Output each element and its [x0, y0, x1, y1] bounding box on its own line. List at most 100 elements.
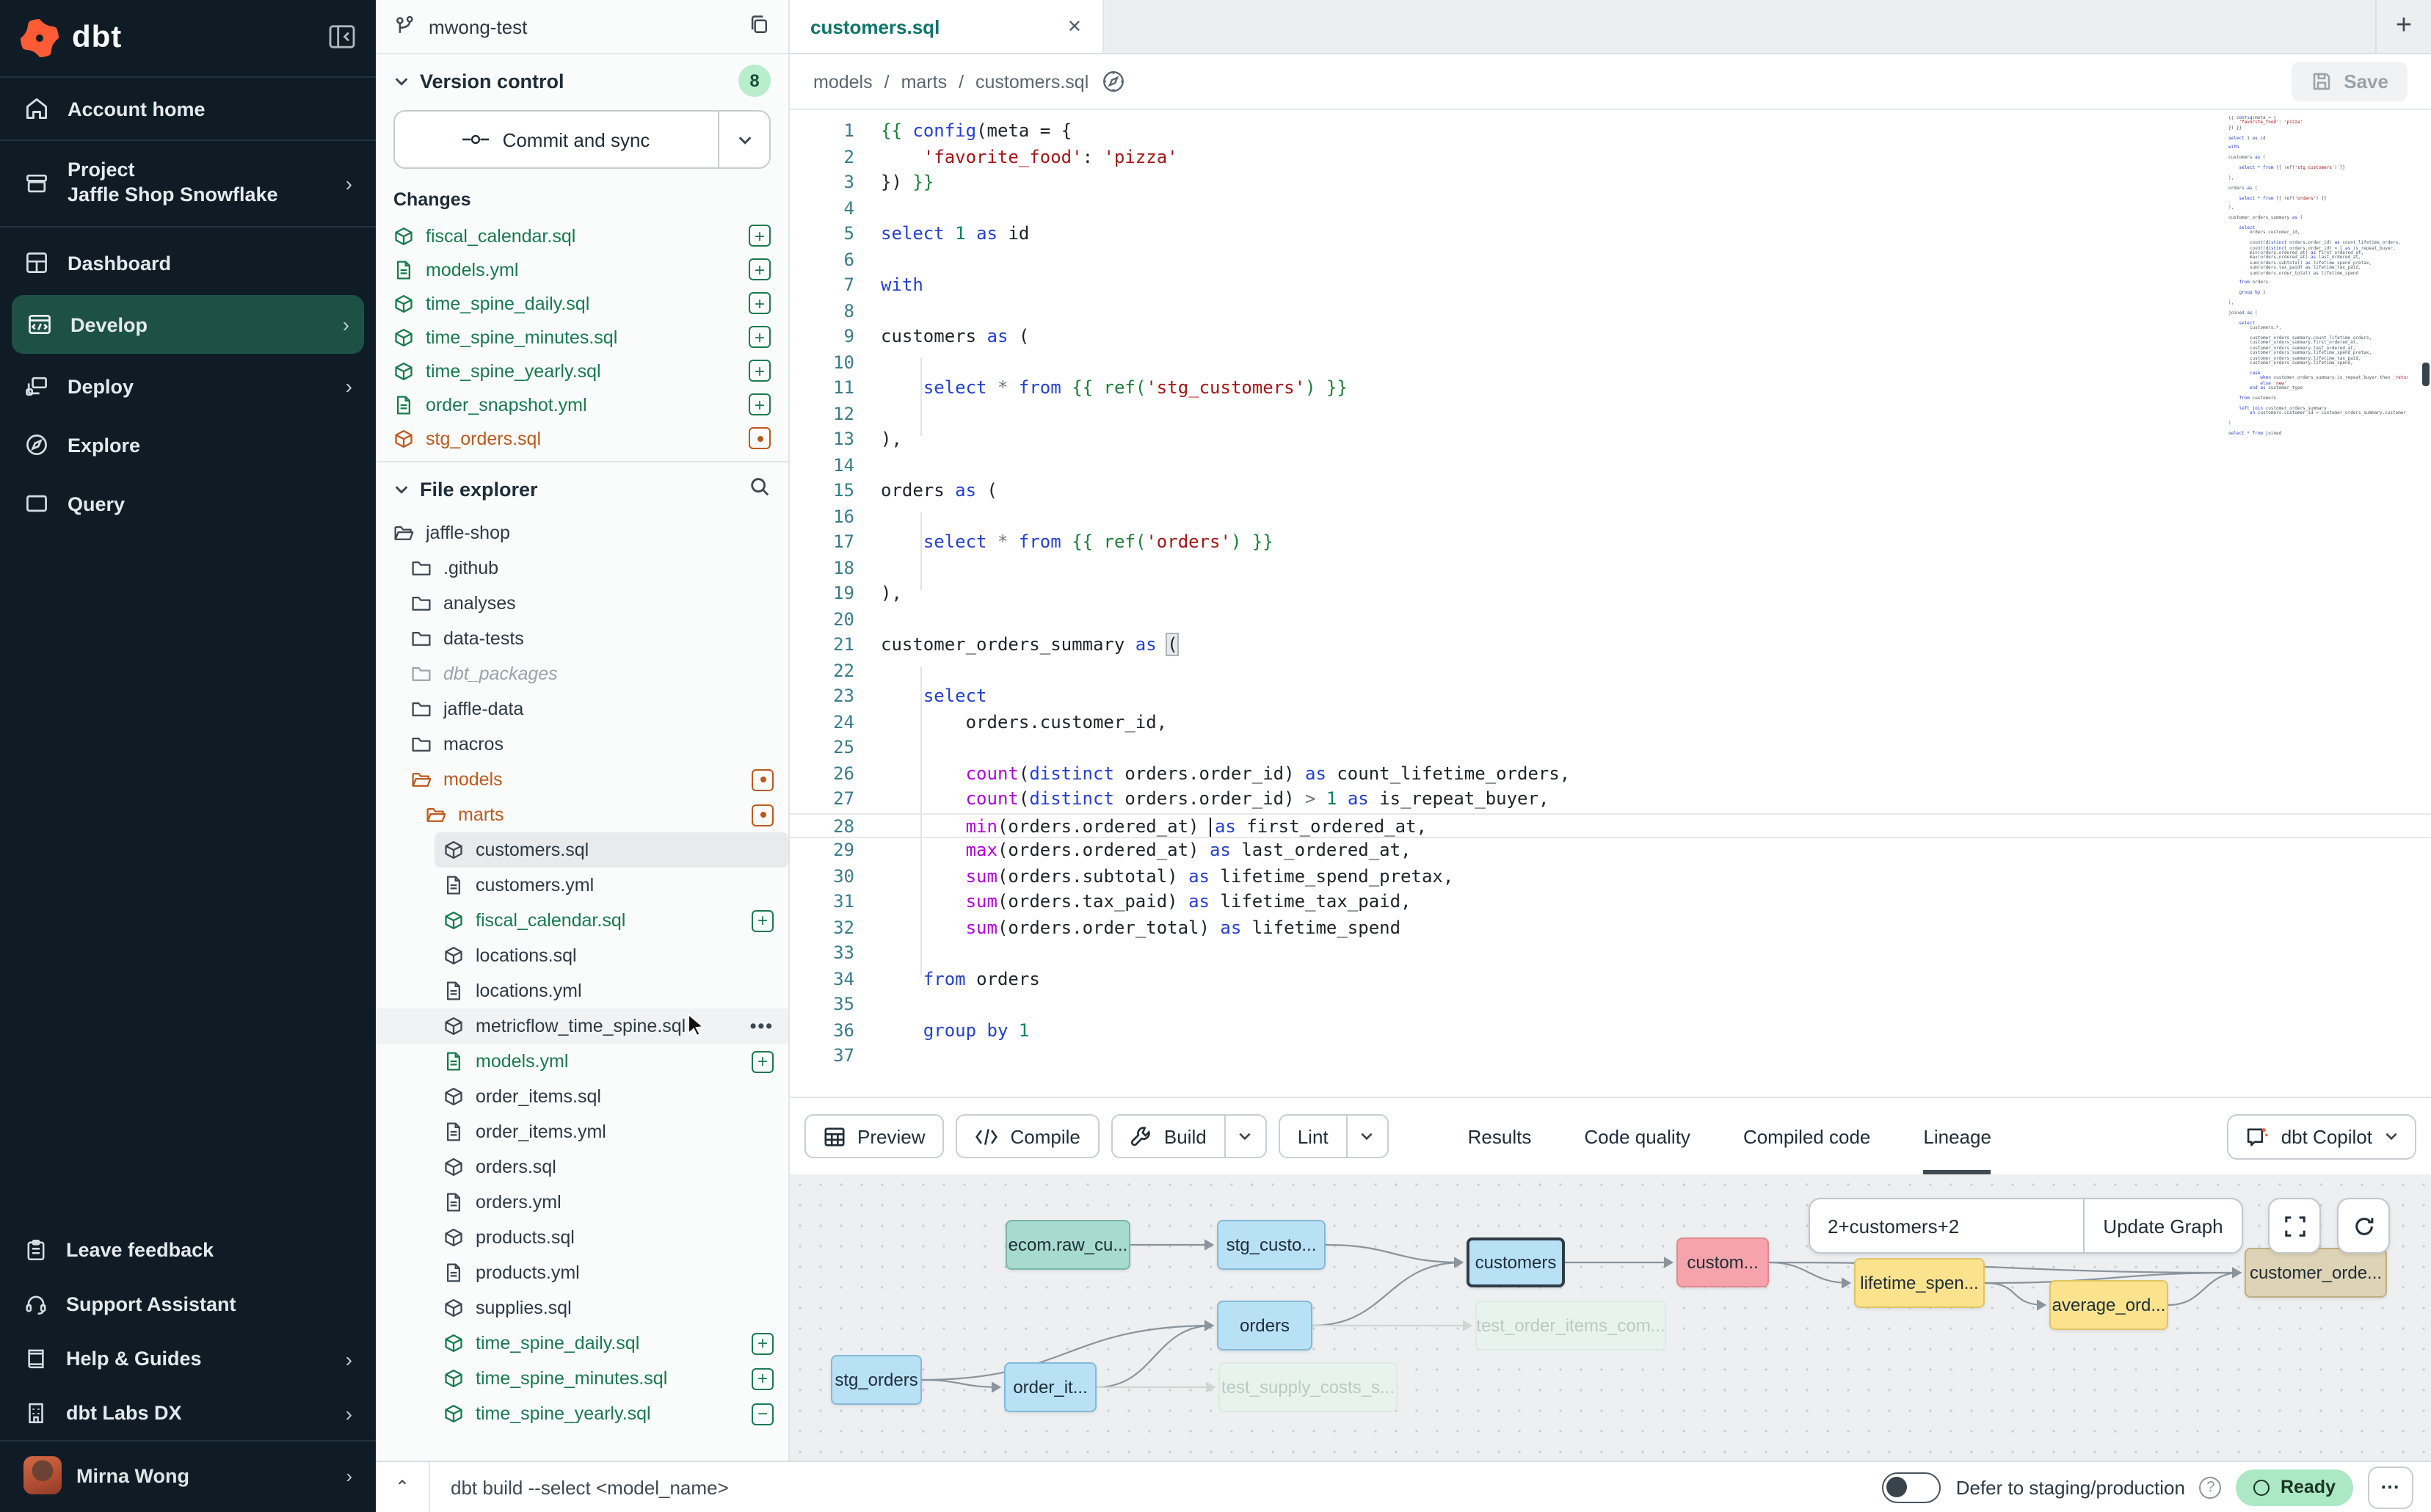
dbt-copilot-button[interactable]: dbt Copilot [2227, 1113, 2416, 1159]
compass-icon[interactable] [1100, 69, 1125, 94]
breadcrumb-file[interactable]: customers.sql [975, 71, 1089, 92]
lineage-node-customer_orders[interactable]: customer_orde... [2245, 1248, 2387, 1298]
change-row[interactable]: time_spine_yearly.sql+ [376, 354, 788, 388]
lineage-node-stg_customers[interactable]: stg_custo... [1217, 1220, 1326, 1270]
code-line-19[interactable]: 19), [790, 581, 2431, 607]
modified-dot-icon[interactable] [749, 427, 771, 449]
tree-item-models[interactable]: models [376, 762, 788, 797]
stage-plus-icon[interactable]: + [749, 258, 771, 280]
modified-dot-icon[interactable] [752, 804, 774, 826]
breadcrumb-models[interactable]: models [813, 71, 873, 92]
code-line-2[interactable]: 2 'favorite_food': 'pizza' [790, 145, 2431, 170]
minus-icon[interactable]: − [752, 1403, 774, 1425]
more-options-button[interactable]: ⋯ [2368, 1466, 2413, 1508]
change-row[interactable]: stg_orders.sql [376, 421, 788, 455]
tree-item-products-sql[interactable]: products.sql [376, 1220, 788, 1255]
lint-options-dropdown[interactable] [1348, 1116, 1387, 1157]
tree-item-time-spine-daily-sql[interactable]: time_spine_daily.sql+ [376, 1326, 788, 1361]
code-line-23[interactable]: 23 select [790, 684, 2431, 710]
tree-item-analyses[interactable]: analyses [376, 586, 788, 621]
minimap[interactable]: {{ config(meta = { 'favorite_food': 'piz… [2228, 116, 2408, 436]
tree-item-marts[interactable]: marts [376, 797, 788, 832]
tree-item-order-items-yml[interactable]: order_items.yml [376, 1114, 788, 1149]
tree-item-macros[interactable]: macros [376, 727, 788, 762]
code-line-32[interactable]: 32 sum(orders.order_total) as lifetime_s… [790, 915, 2431, 941]
save-button[interactable]: Save [2291, 62, 2408, 101]
code-line-35[interactable]: 35 [790, 992, 2431, 1018]
sidebar-item-account-home[interactable]: Account home [0, 78, 376, 139]
tree-item-jaffle-shop[interactable]: jaffle-shop [376, 515, 788, 550]
defer-toggle[interactable] [1883, 1472, 1941, 1502]
sidebar-item-help-guides[interactable]: Help & Guides › [0, 1331, 376, 1386]
code-line-16[interactable]: 16 [790, 504, 2431, 530]
code-line-15[interactable]: 15orders as ( [790, 479, 2431, 504]
sidebar-item-develop[interactable]: Develop › [12, 295, 364, 354]
sidebar-item-dbt-labs-dx[interactable]: dbt Labs DX › [0, 1386, 376, 1440]
code-line-5[interactable]: 5select 1 as id [790, 222, 2431, 247]
tree-item-metricflow-time-spine-sql[interactable]: metricflow_time_spine.sql••• [376, 1008, 788, 1044]
tree-item-jaffle-data[interactable]: jaffle-data [376, 691, 788, 727]
lineage-node-test_order_items[interactable]: test_order_items_com... [1475, 1301, 1666, 1351]
tree-item-dbt-packages[interactable]: dbt_packages [376, 656, 788, 691]
code-line-1[interactable]: 1{{ config(meta = { [790, 119, 2431, 145]
code-line-36[interactable]: 36 group by 1 [790, 1018, 2431, 1044]
code-line-6[interactable]: 6 [790, 247, 2431, 273]
vertical-scrollbar[interactable] [2422, 363, 2430, 386]
stage-plus-icon[interactable]: + [749, 225, 771, 247]
sidebar-item-explore[interactable]: Explore [0, 415, 376, 474]
stage-plus-icon[interactable]: + [752, 1367, 774, 1389]
code-line-24[interactable]: 24 orders.customer_id, [790, 710, 2431, 735]
tree-item-time-spine-minutes-sql[interactable]: time_spine_minutes.sql+ [376, 1361, 788, 1396]
lineage-node-ecom[interactable]: ecom.raw_cu... [1006, 1220, 1130, 1270]
code-line-34[interactable]: 34 from orders [790, 967, 2431, 992]
code-line-7[interactable]: 7with [790, 273, 2431, 299]
tree-item-models-yml[interactable]: models.yml+ [376, 1044, 788, 1079]
code-line-20[interactable]: 20 [790, 607, 2431, 633]
ready-status-badge[interactable]: Ready [2236, 1469, 2353, 1505]
help-icon[interactable]: ? [2200, 1476, 2222, 1498]
build-button[interactable]: Build [1111, 1114, 1267, 1158]
code-line-30[interactable]: 30 sum(orders.subtotal) as lifetime_spen… [790, 864, 2431, 890]
code-line-17[interactable]: 17 select * from {{ ref('orders') }} [790, 530, 2431, 556]
code-line-33[interactable]: 33 [790, 941, 2431, 967]
code-line-13[interactable]: 13), [790, 427, 2431, 453]
branch-name[interactable]: mwong-test [429, 15, 527, 37]
sidebar-item-dashboard[interactable]: Dashboard [0, 233, 376, 292]
new-tab-button[interactable]: + [2375, 0, 2431, 53]
file-explorer-header[interactable]: File explorer [376, 462, 788, 515]
stage-plus-icon[interactable]: + [752, 1050, 774, 1072]
copy-icon[interactable] [747, 12, 771, 40]
commit-and-sync-button[interactable]: Commit and sync [393, 110, 771, 169]
sidebar-item-query[interactable]: Query [0, 474, 376, 533]
tree-item-time-spine-yearly-sql[interactable]: time_spine_yearly.sql− [376, 1396, 788, 1431]
lineage-node-average_order[interactable]: average_ord... [2049, 1280, 2168, 1330]
tab-results[interactable]: Results [1468, 1098, 1532, 1174]
code-line-26[interactable]: 26 count(distinct orders.order_id) as co… [790, 761, 2431, 787]
code-line-4[interactable]: 4 [790, 196, 2431, 222]
update-graph-button[interactable]: Update Graph [2083, 1199, 2242, 1252]
breadcrumb-marts[interactable]: marts [901, 71, 948, 92]
code-line-37[interactable]: 37 [790, 1044, 2431, 1069]
code-line-8[interactable]: 8 [790, 299, 2431, 324]
code-editor[interactable]: 1{{ config(meta = {2 'favorite_food': 'p… [790, 110, 2431, 1097]
stage-plus-icon[interactable]: + [749, 360, 771, 382]
code-line-12[interactable]: 12 [790, 401, 2431, 427]
tab-lineage[interactable]: Lineage [1923, 1098, 1991, 1174]
code-line-3[interactable]: 3}) }} [790, 170, 2431, 196]
tree-item-order-items-sql[interactable]: order_items.sql [376, 1079, 788, 1114]
tree-item-locations-sql[interactable]: locations.sql [376, 938, 788, 973]
tree-item-locations-yml[interactable]: locations.yml [376, 973, 788, 1008]
tab-customers-sql[interactable]: customers.sql ✕ [790, 0, 1104, 53]
lineage-selector-input[interactable]: 2+customers+2 [1810, 1199, 2083, 1252]
commit-options-dropdown[interactable] [719, 112, 769, 167]
sidebar-collapse-icon[interactable] [329, 24, 355, 52]
tab-compiled-code[interactable]: Compiled code [1743, 1098, 1870, 1174]
sidebar-item-leave-feedback[interactable]: Leave feedback [0, 1223, 376, 1277]
code-line-10[interactable]: 10 [790, 350, 2431, 376]
code-line-21[interactable]: 21customer_orders_summary as ( [790, 633, 2431, 658]
file-search-icon[interactable] [749, 476, 771, 502]
version-control-header[interactable]: Version control 8 [376, 54, 788, 107]
stage-plus-icon[interactable]: + [749, 326, 771, 348]
code-line-25[interactable]: 25 [790, 735, 2431, 761]
change-row[interactable]: models.yml+ [376, 252, 788, 286]
